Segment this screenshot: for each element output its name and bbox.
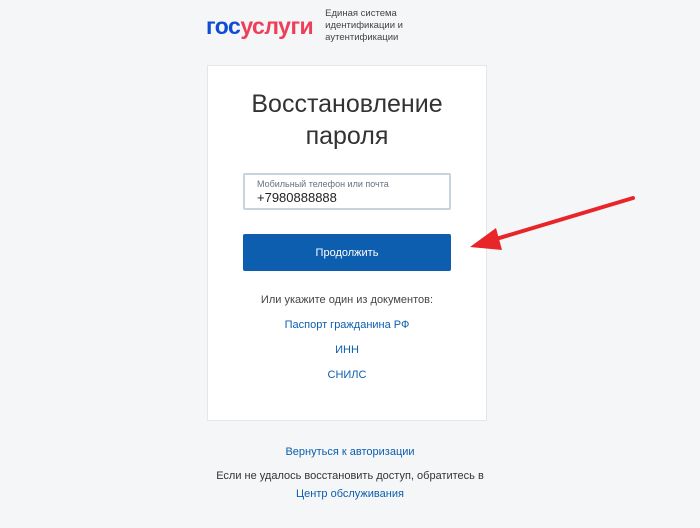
inn-link[interactable]: ИНН: [208, 343, 486, 357]
red-arrow-icon: [470, 196, 635, 250]
header: госуслуги Единая система идентификации и…: [206, 8, 465, 44]
service-center-link[interactable]: Центр обслуживания: [0, 487, 700, 501]
logo-part-uslugi: услуги: [240, 13, 314, 39]
logo-part-gos: гос: [206, 13, 241, 39]
phone-or-email-input[interactable]: [257, 190, 437, 206]
page-title: Восстановление пароля: [251, 90, 443, 150]
gosuslugi-logo[interactable]: госуслуги: [206, 13, 314, 39]
back-to-login-link[interactable]: Вернуться к авторизации: [0, 445, 700, 459]
documents-hint: Или укажите один из документов:: [260, 294, 434, 306]
continue-button[interactable]: Продолжить: [243, 234, 451, 271]
snils-link[interactable]: СНИЛС: [208, 368, 486, 382]
phone-or-email-field[interactable]: Мобильный телефон или почта: [243, 173, 451, 210]
passport-link[interactable]: Паспорт гражданина РФ: [208, 318, 486, 332]
help-text: Если не удалось восстановить доступ, обр…: [216, 470, 484, 482]
header-tagline: Единая система идентификации и аутентифи…: [325, 8, 403, 43]
phone-or-email-label: Мобильный телефон или почта: [257, 179, 389, 189]
password-recovery-card: Восстановление пароля Мобильный телефон …: [207, 65, 487, 421]
